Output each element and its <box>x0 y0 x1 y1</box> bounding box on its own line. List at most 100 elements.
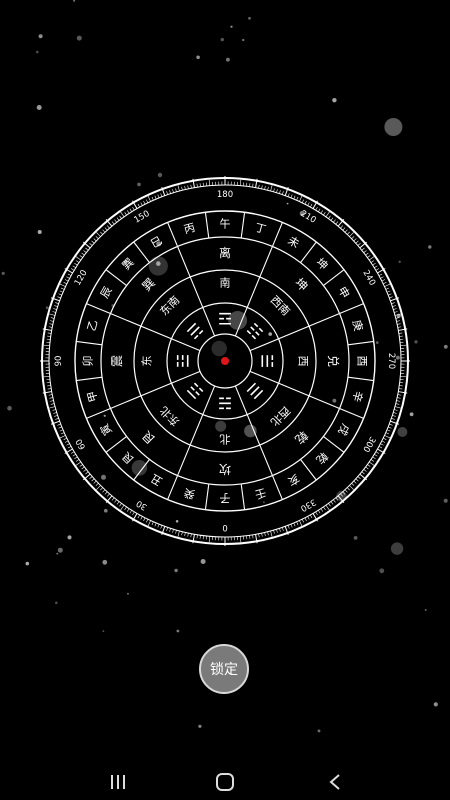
degree-label: 150 <box>132 209 151 226</box>
degree-tick <box>368 256 375 261</box>
degree-tick <box>287 193 290 197</box>
degree-tick <box>74 456 78 460</box>
luopan-compass-dial[interactable]: 0306090120150180210240270300330子癸丑艮寅甲卯乙辰… <box>40 176 410 546</box>
degree-label: 60 <box>74 437 88 451</box>
dust-particle <box>176 629 180 633</box>
dust-particle <box>7 405 12 411</box>
degree-tick <box>166 527 168 531</box>
degree-label: 180 <box>217 190 233 200</box>
degree-tick <box>181 186 183 191</box>
degree-tick <box>55 302 59 304</box>
degree-tick <box>296 196 299 201</box>
dust-particle <box>443 344 448 349</box>
recents-button[interactable] <box>98 768 138 796</box>
degree-tick <box>120 211 125 218</box>
degree-tick <box>181 531 183 536</box>
degree-tick <box>361 471 365 475</box>
degree-tick <box>126 508 130 512</box>
trigram-name: 艮 <box>139 428 157 446</box>
degree-tick <box>290 524 293 528</box>
degree-label: 270 <box>386 353 396 369</box>
degree-tick <box>397 397 401 399</box>
dust-particle <box>379 568 385 574</box>
degree-tick <box>328 215 331 219</box>
degree-tick <box>47 388 52 390</box>
degree-tick <box>304 200 307 205</box>
degree-tick <box>276 529 278 533</box>
degree-tick <box>79 464 83 467</box>
degree-tick <box>391 418 395 420</box>
back-button[interactable] <box>315 768 355 796</box>
degree-tick <box>75 256 82 261</box>
degree-tick <box>381 440 386 443</box>
degree-tick <box>107 225 110 229</box>
mountain-divider <box>339 407 364 419</box>
degree-label: 30 <box>135 498 149 512</box>
degree-tick <box>59 435 66 439</box>
degree-tick <box>91 478 95 482</box>
dust-particle <box>38 34 43 39</box>
degree-tick <box>124 212 127 216</box>
direction-label: 西 <box>297 356 310 367</box>
degree-tick <box>398 332 403 334</box>
degree-tick <box>367 255 371 258</box>
degree-tick <box>315 511 318 516</box>
degree-tick <box>147 520 151 527</box>
degree-tick <box>72 454 76 457</box>
dust-particle <box>433 702 438 707</box>
degree-tick <box>307 516 310 520</box>
degree-tick <box>169 190 171 194</box>
degree-tick <box>394 311 398 313</box>
lock-button[interactable]: 锁定 <box>199 644 249 694</box>
degree-tick <box>361 247 365 251</box>
degree-tick <box>137 514 140 519</box>
degree-tick <box>388 293 392 296</box>
degree-tick <box>49 313 56 316</box>
degree-tick <box>261 533 263 537</box>
degree-tick <box>120 504 125 511</box>
mountain-label: 丑 <box>148 471 164 488</box>
degree-tick <box>325 211 330 218</box>
degree-tick <box>169 528 171 532</box>
mountain-divider <box>240 212 246 239</box>
dust-particle <box>200 559 206 564</box>
degree-tick <box>132 511 135 516</box>
degree-tick <box>282 527 284 531</box>
home-button[interactable] <box>205 768 245 796</box>
degree-tick <box>392 305 396 307</box>
degree-tick <box>184 186 186 190</box>
degree-tick <box>70 451 75 454</box>
degree-tick <box>81 466 85 470</box>
degree-tick <box>177 185 180 192</box>
dust-particle <box>57 547 63 553</box>
dust-particle <box>56 552 59 555</box>
degree-tick <box>52 311 56 313</box>
degree-tick <box>396 320 400 322</box>
degree-tick <box>282 191 284 195</box>
dust-particle <box>1 271 5 275</box>
degree-tick <box>270 530 273 537</box>
mountain-label: 申 <box>335 284 352 300</box>
mountain-label: 巳 <box>148 234 164 251</box>
mountain-divider <box>347 340 374 346</box>
degree-tick <box>175 530 177 534</box>
degree-tick <box>315 206 318 211</box>
degree-tick <box>347 487 350 491</box>
degree-tick <box>96 232 101 237</box>
degree-tick <box>48 394 53 396</box>
trigram-symbol: ☲ <box>218 310 232 329</box>
degree-tick <box>154 522 157 527</box>
degree-tick <box>400 344 407 346</box>
degree-tick <box>351 236 355 239</box>
dust-particle <box>76 35 82 41</box>
degree-tick <box>395 403 400 405</box>
degree-tick <box>81 252 85 256</box>
mountain-divider <box>271 475 283 500</box>
mountain-divider <box>347 376 374 382</box>
mountain-divider <box>76 376 103 382</box>
degree-tick <box>394 313 401 316</box>
direction-label: 东南 <box>157 293 182 318</box>
degree-tick <box>140 202 143 206</box>
trigram-symbol: ☳ <box>174 354 193 368</box>
degree-tick <box>85 247 89 251</box>
